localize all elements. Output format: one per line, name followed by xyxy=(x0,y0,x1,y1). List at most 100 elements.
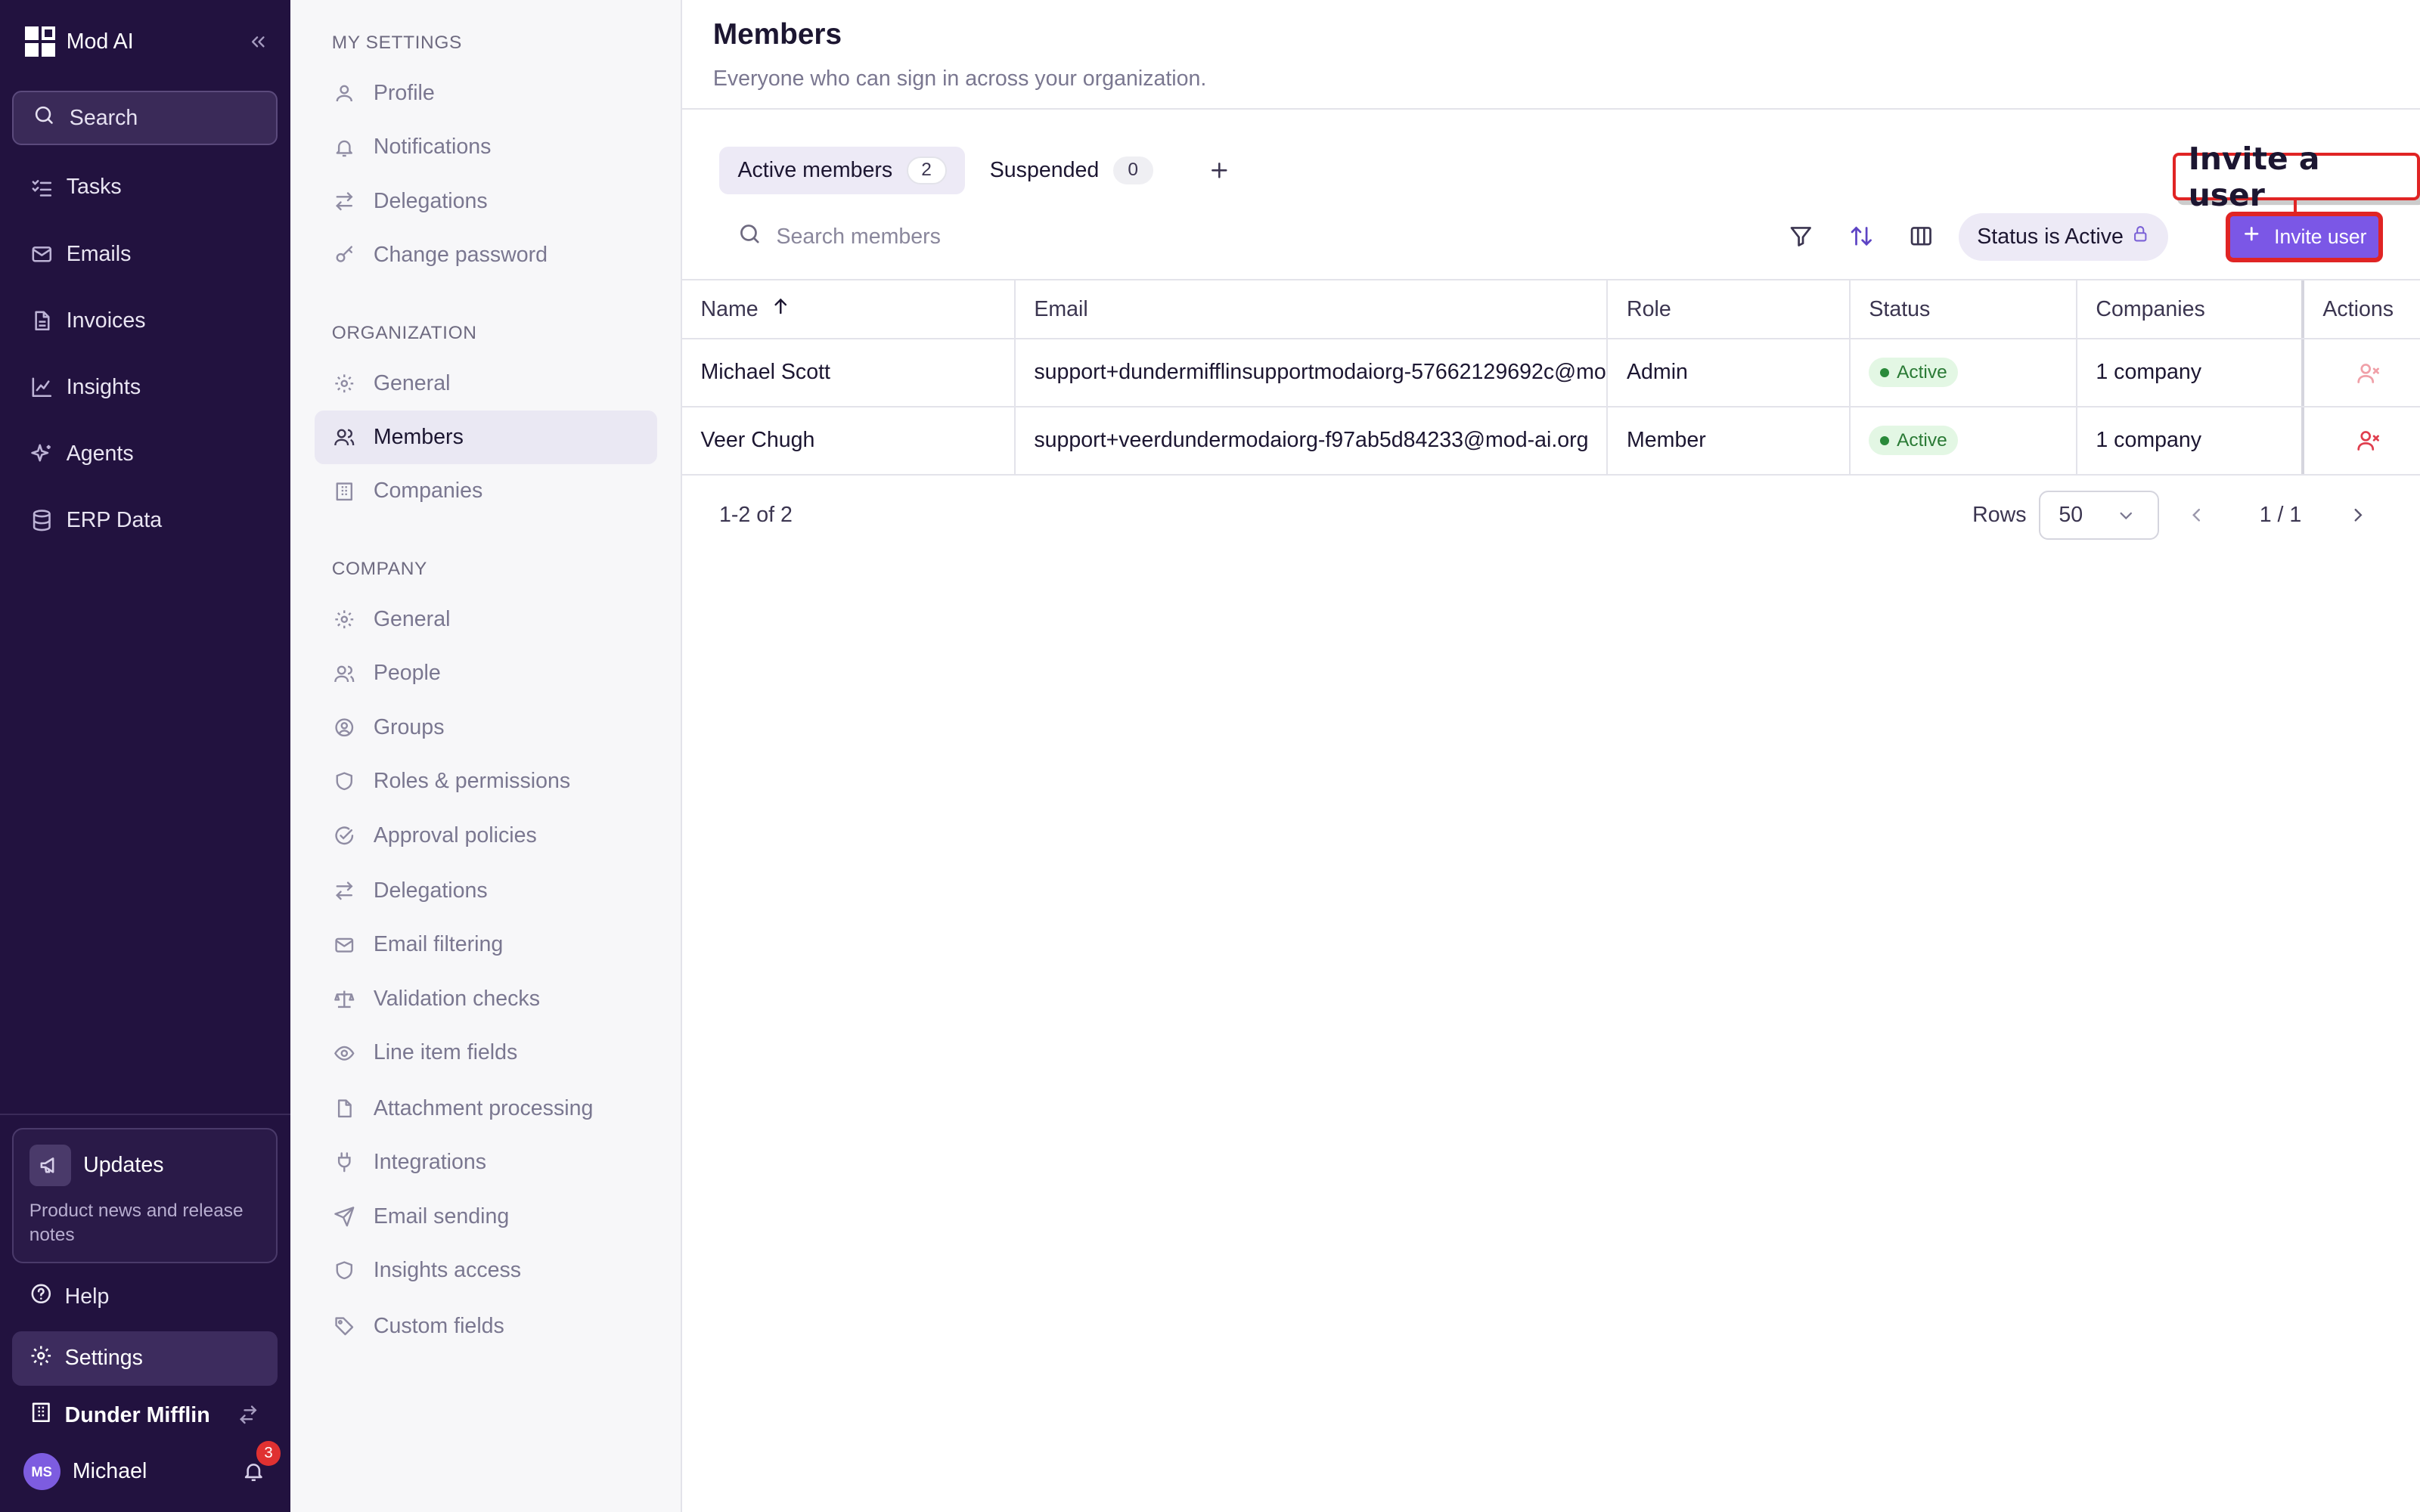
settings-nav-attachment-processing[interactable]: Attachment processing xyxy=(315,1082,657,1136)
user-menu[interactable]: MS Michael 3 xyxy=(23,1441,281,1491)
section-title-organization: ORGANIZATION xyxy=(331,322,477,343)
sidebar-item-label: Emails xyxy=(66,241,132,266)
column-header-status[interactable]: Status xyxy=(1851,280,2077,338)
eye-icon xyxy=(332,1041,357,1066)
updates-card[interactable]: Updates Product news and release notes xyxy=(12,1127,278,1264)
section-title-company: COMPANY xyxy=(331,558,427,579)
status-badge: Active xyxy=(1869,426,1958,455)
status-filter-chip[interactable]: Status is Active xyxy=(1958,212,2169,261)
tab-active-members[interactable]: Active members 2 xyxy=(718,146,966,195)
settings-nav-roles-permissions[interactable]: Roles & permissions xyxy=(315,754,657,808)
sidebar-item-insights[interactable]: Insights xyxy=(12,361,278,414)
app-sidebar: Mod AI Search Tasks Emails Invoices Insi… xyxy=(0,0,290,1512)
search-icon xyxy=(33,104,56,133)
sidebar-item-help[interactable]: Help xyxy=(12,1270,278,1324)
column-header-name[interactable]: Name xyxy=(682,280,1016,338)
sidebar-item-agents[interactable]: Agents xyxy=(12,427,278,481)
rows-per-page-label: Rows xyxy=(1972,503,2027,528)
app-name: Mod AI xyxy=(66,29,134,54)
sidebar-search-button[interactable]: Search xyxy=(12,91,278,145)
settings-nav-delegations[interactable]: Delegations xyxy=(315,175,657,228)
invite-user-button[interactable]: Invite user xyxy=(2225,211,2383,262)
org-switcher[interactable]: Dunder Mifflin xyxy=(12,1389,278,1442)
settings-nav-custom-fields[interactable]: Custom fields xyxy=(315,1299,657,1352)
pagination: 1-2 of 2 Rows 50 1 / 1 xyxy=(718,490,2401,541)
members-page: Members Everyone who can sign in across … xyxy=(682,0,2420,1512)
suspend-user-icon[interactable] xyxy=(2356,361,2381,386)
tab-suspended[interactable]: Suspended 0 xyxy=(971,147,1171,194)
table-toolbar: Status is Active xyxy=(719,212,2386,261)
column-header-companies[interactable]: Companies xyxy=(2077,280,2304,338)
sort-arrows-icon[interactable] xyxy=(1844,219,1879,253)
page-indicator: 1 / 1 xyxy=(2259,503,2302,528)
database-icon xyxy=(29,508,54,533)
search-members-input[interactable] xyxy=(776,224,1085,249)
column-header-actions: Actions xyxy=(2322,296,2394,321)
sidebar-item-erp-data[interactable]: ERP Data xyxy=(12,494,278,547)
settings-nav-label: Change password xyxy=(373,243,548,268)
gear-icon xyxy=(332,371,357,396)
invite-user-callout: Invite a user xyxy=(2173,141,2420,213)
settings-nav-company-general[interactable]: General xyxy=(315,593,657,646)
building-icon xyxy=(332,479,357,504)
switch-arrows-icon[interactable] xyxy=(237,1404,259,1432)
mod-ai-logo-icon xyxy=(24,26,56,57)
sidebar-item-label: Insights xyxy=(66,374,141,399)
member-role: Member xyxy=(1608,407,1851,474)
pagination-count: 1-2 of 2 xyxy=(718,503,793,528)
settings-nav-groups[interactable]: Groups xyxy=(315,701,657,754)
sidebar-item-invoices[interactable]: Invoices xyxy=(12,294,278,348)
column-header-role[interactable]: Role xyxy=(1608,280,1851,338)
notification-count-badge: 3 xyxy=(256,1441,281,1466)
columns-icon[interactable] xyxy=(1904,219,1938,253)
settings-nav-companies[interactable]: Companies xyxy=(315,464,657,518)
settings-nav-org-general[interactable]: General xyxy=(315,356,657,410)
next-page-chevron-icon[interactable] xyxy=(2347,503,2369,531)
sidebar-item-label: Invoices xyxy=(66,308,146,333)
shield-icon xyxy=(332,1258,357,1283)
settings-nav-email-filtering[interactable]: Email filtering xyxy=(315,918,657,971)
add-view-plus-icon[interactable] xyxy=(1199,150,1239,191)
status-badge-label: Active xyxy=(1897,429,1947,451)
sidebar-item-label: ERP Data xyxy=(66,508,163,533)
settings-nav-profile[interactable]: Profile xyxy=(315,67,657,120)
column-header-email[interactable]: Email xyxy=(1016,280,1609,338)
sidebar-item-label: Help xyxy=(64,1284,110,1309)
settings-nav-members[interactable]: Members xyxy=(315,410,658,465)
column-header-label: Name xyxy=(700,296,759,321)
settings-nav-label: Email filtering xyxy=(373,932,504,957)
settings-nav-change-password[interactable]: Change password xyxy=(315,228,657,282)
settings-nav-people[interactable]: People xyxy=(315,646,657,700)
table-row[interactable]: Veer Chugh support+veerdundermodaiorg-f9… xyxy=(682,407,2420,476)
settings-nav-label: Delegations xyxy=(373,878,488,903)
swap-arrows-icon xyxy=(332,878,357,903)
settings-nav-insights-access[interactable]: Insights access xyxy=(315,1244,657,1297)
settings-nav-company-delegations[interactable]: Delegations xyxy=(315,864,657,918)
settings-nav-label: Validation checks xyxy=(373,986,540,1011)
previous-page-chevron-icon[interactable] xyxy=(2186,503,2207,531)
sidebar-item-tasks[interactable]: Tasks xyxy=(12,160,278,214)
table-row[interactable]: Michael Scott support+dundermifflinsuppo… xyxy=(682,339,2420,407)
rows-per-page-select[interactable]: 50 xyxy=(2038,490,2160,541)
settings-nav-label: Integrations xyxy=(373,1150,487,1175)
settings-nav-email-sending[interactable]: Email sending xyxy=(315,1189,657,1243)
suspend-user-icon[interactable] xyxy=(2356,428,2381,453)
collapse-sidebar-icon[interactable] xyxy=(244,28,271,56)
check-circle-icon xyxy=(332,823,357,848)
brand[interactable]: Mod AI xyxy=(24,26,272,57)
swap-arrows-icon xyxy=(332,189,357,214)
filter-icon[interactable] xyxy=(1784,219,1818,253)
settings-nav-integrations[interactable]: Integrations xyxy=(315,1136,657,1189)
document-icon xyxy=(29,308,54,333)
settings-nav-notifications[interactable]: Notifications xyxy=(315,120,657,174)
users-icon xyxy=(332,661,357,686)
avatar: MS xyxy=(23,1453,60,1491)
settings-nav-approval-policies[interactable]: Approval policies xyxy=(315,808,657,862)
settings-nav-label: Groups xyxy=(373,714,445,739)
sidebar-item-settings[interactable]: Settings xyxy=(12,1331,278,1386)
settings-nav-line-item-fields[interactable]: Line item fields xyxy=(315,1026,657,1080)
sidebar-item-emails[interactable]: Emails xyxy=(12,227,278,280)
section-title-my-settings: MY SETTINGS xyxy=(331,32,462,53)
settings-nav-label: Custom fields xyxy=(373,1313,504,1338)
settings-nav-validation-checks[interactable]: Validation checks xyxy=(315,972,657,1026)
